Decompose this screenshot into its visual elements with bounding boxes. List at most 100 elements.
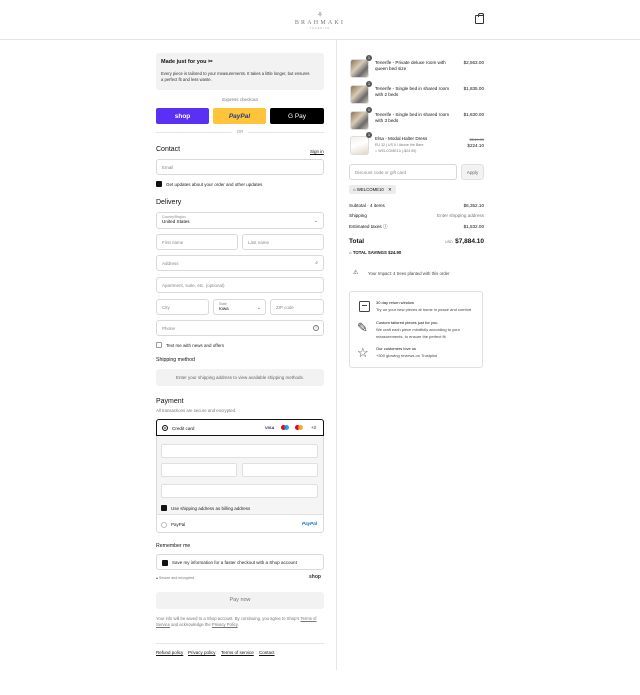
card-number-field[interactable] [161, 444, 318, 458]
news-label: Text me with news and offers [166, 343, 224, 348]
pencil-icon: ✎ [357, 320, 368, 335]
news-checkbox[interactable] [156, 342, 162, 348]
shopping-bag-icon[interactable] [475, 13, 484, 24]
card-expiry-field[interactable] [161, 463, 237, 477]
privacy-link[interactable]: Privacy Policy [212, 622, 238, 627]
address-field[interactable]: Address ⌕ [156, 255, 324, 271]
country-value: United States [162, 219, 190, 224]
shipping-method-heading: Shipping method [156, 357, 195, 363]
shop-logo: shop [309, 574, 321, 580]
apply-button[interactable]: Apply [461, 164, 484, 180]
updates-label: Get updates about your order and other u… [166, 182, 263, 187]
tag-icon: ⌂ [353, 187, 356, 192]
item-price: $1,630.00 [463, 112, 484, 117]
privacy-policy-link[interactable]: Privacy policy [188, 650, 216, 655]
apartment-field[interactable]: Apartment, suite, etc. (optional) [156, 277, 324, 293]
product-image [350, 136, 369, 155]
paypal-button[interactable]: PayPal [213, 108, 266, 124]
benefit-title: Our customers love us [376, 346, 417, 351]
billing-same-checkbox[interactable] [161, 505, 167, 511]
benefit-text: We craft each piece mindfully according … [376, 327, 460, 339]
benefit-text: +300 glowing reviews on Trustpilot [376, 353, 438, 358]
card-cvc-field[interactable] [242, 463, 318, 477]
logo-subtext: TENERIFE [309, 27, 331, 30]
quantity-badge: 1 [366, 132, 372, 138]
mastercard-icon [295, 425, 303, 430]
visa-icon: VISA [265, 425, 275, 430]
help-icon[interactable]: ? [313, 325, 319, 331]
contact-link[interactable]: Contact [259, 650, 275, 655]
credit-card-label: Credit card [172, 425, 195, 431]
made-for-you-card: Made just for you ✂ Every piece is tailo… [156, 53, 324, 90]
taxes-value: $1,532.00 [463, 224, 484, 229]
city-field[interactable]: City [156, 299, 209, 315]
tag-icon: ⌂ [349, 250, 352, 255]
zip-placeholder: ZIP code [276, 305, 294, 310]
billing-same-label: Use shipping address as billing address [171, 506, 251, 511]
contact-heading: Contact [156, 146, 181, 153]
tree-icon: ⚠ [353, 270, 359, 276]
savings-value: $24.90 [388, 250, 402, 255]
pay-now-button[interactable]: Pay now [156, 592, 324, 609]
item-price: $1,835.00 [463, 86, 484, 91]
item-price: $2,563.00 [463, 60, 484, 65]
state-select[interactable]: State Iowa ⌄ [213, 299, 266, 315]
applied-code: WELCOME10 [356, 187, 384, 192]
email-field[interactable]: Email [156, 159, 324, 175]
benefit-title: 30 day return window [376, 300, 415, 305]
discount-placeholder: Discount code or gift card [355, 170, 407, 175]
save-info-checkbox[interactable] [162, 559, 168, 566]
quantity-badge: 1 [366, 107, 372, 113]
save-info-box: Save my information for a faster checkou… [156, 554, 324, 570]
discount-code-field[interactable]: Discount code or gift card [349, 164, 457, 180]
total-label: Total [349, 238, 365, 245]
logo-text: BRAHMAKI [294, 20, 346, 26]
paypal-radio[interactable] [161, 522, 167, 528]
chevron-down-icon: ⌄ [256, 305, 261, 311]
zip-field[interactable]: ZIP code [270, 299, 324, 315]
paypal-option-label: PayPal [171, 522, 186, 527]
credit-card-radio[interactable] [162, 425, 168, 431]
savings-label: TOTAL SAVINGS [352, 250, 387, 255]
card-name-field[interactable] [161, 484, 318, 498]
item-discount: ⌂ WELCOME10 (-$24.90) [375, 149, 416, 153]
star-icon: ☆ [357, 345, 369, 360]
phone-placeholder: Phone [162, 326, 176, 331]
address-placeholder: Address [162, 261, 179, 266]
item-name: Tenerife - Single bed in shared room wit… [375, 86, 450, 98]
payment-separator [157, 514, 323, 515]
item-variant: EU 32 | US 0 / Above the Bare [375, 143, 424, 147]
applied-discount-chip: ⌂ WELCOME10 ✕ [349, 185, 396, 194]
legal-text: Your info will be saved to a Shop accoun… [156, 616, 324, 628]
updates-checkbox[interactable] [156, 181, 162, 187]
close-icon[interactable]: ✕ [388, 187, 392, 192]
subtotal-label: Subtotal · 4 items [349, 203, 385, 208]
item-discount-text: WELCOME10 (-$24.90) [378, 149, 417, 153]
email-placeholder: Email [162, 165, 174, 170]
first-name-field[interactable]: First name [156, 234, 238, 250]
calendar-icon [359, 301, 370, 312]
payment-heading: Payment [156, 398, 184, 405]
terms-of-service-link[interactable]: Terms of service [221, 650, 254, 655]
remember-me-heading: Remember me [156, 543, 191, 549]
country-select[interactable]: Country/Region United States ⌄ [156, 212, 324, 229]
impact-text: Your Impact: 4 trees planted with this o… [368, 271, 450, 276]
credit-card-option[interactable]: Credit card VISA +3 [156, 419, 324, 436]
logo-mark-icon: ⚘ [316, 12, 324, 19]
last-name-placeholder: Last name [248, 240, 270, 245]
shop-pay-button[interactable]: shop [156, 108, 209, 124]
paypal-label: PayPal [228, 112, 251, 120]
total-savings: ⌂ TOTAL SAVINGS $24.90 [349, 250, 401, 255]
refund-policy-link[interactable]: Refund policy [156, 650, 183, 655]
legal-connector: and acknowledge the [171, 622, 211, 627]
column-divider [336, 40, 337, 670]
maestro-icon [281, 425, 289, 430]
store-logo[interactable]: ⚘ BRAHMAKI TENERIFE [270, 12, 370, 30]
quantity-badge: 1 [366, 81, 372, 87]
secure-label: Secure and encrypted [158, 576, 195, 580]
phone-field[interactable]: Phone ? [156, 320, 324, 336]
sign-in-link[interactable]: Sign in [310, 149, 324, 154]
last-name-field[interactable]: Last name [242, 234, 324, 250]
info-icon[interactable]: ⓘ [383, 224, 388, 229]
google-pay-button[interactable]: G Pay [270, 108, 324, 124]
